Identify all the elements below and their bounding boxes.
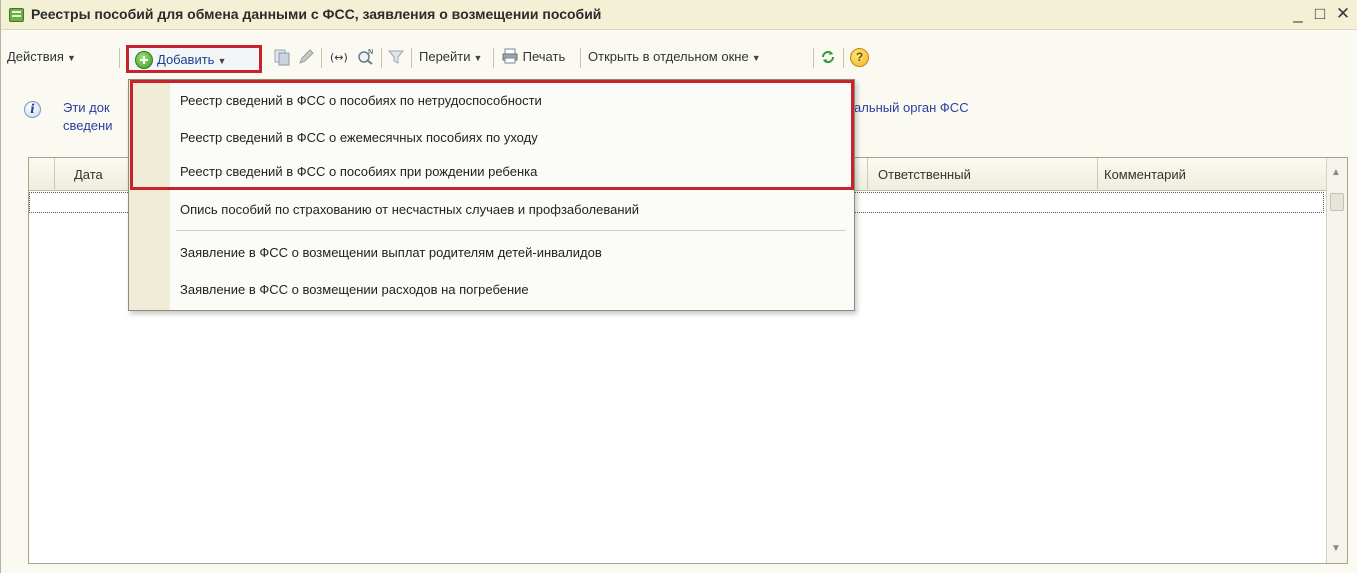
goto-label: Перейти (419, 49, 471, 64)
find-icon[interactable]: N (357, 48, 375, 66)
toolbar-separator (813, 48, 814, 68)
info-text-line1[interactable]: Эти док (63, 100, 110, 115)
scroll-down-icon[interactable]: ▼ (1331, 543, 1341, 554)
open-in-window-button[interactable]: Открыть в отдельном окне ▼ (588, 46, 761, 68)
column-header-responsible[interactable]: Ответственный (878, 158, 971, 191)
form-list-icon (9, 8, 24, 22)
menu-item-sick-leave-registry[interactable]: Реестр сведений в ФСС о пособиях по нетр… (180, 87, 542, 115)
minimize-button[interactable]: _ (1289, 4, 1307, 24)
menu-item-disabled-children-claim[interactable]: Заявление в ФСС о возмещении выплат роди… (180, 239, 602, 267)
chevron-down-icon: ▼ (473, 53, 483, 63)
toolbar-separator (493, 48, 494, 68)
maximize-button[interactable]: □ (1311, 4, 1329, 24)
menu-icon-gutter (129, 80, 170, 310)
toolbar-separator (580, 48, 581, 68)
menu-item-funeral-claim[interactable]: Заявление в ФСС о возмещении расходов на… (180, 276, 529, 304)
info-text-line2[interactable]: сведени (63, 118, 112, 133)
help-icon[interactable]: ? (850, 48, 869, 67)
title-bar: Реестры пособий для обмена данными с ФСС… (1, 0, 1357, 30)
toolbar-separator (381, 48, 382, 68)
add-label: Добавить ▼ (157, 52, 227, 67)
chevron-down-icon: ▼ (66, 53, 76, 63)
filter-icon[interactable] (387, 48, 405, 66)
window-title: Реестры пособий для обмена данными с ФСС… (31, 6, 602, 22)
add-button[interactable]: Добавить ▼ (126, 45, 262, 73)
menu-item-childbirth-registry[interactable]: Реестр сведений в ФСС о пособиях при рож… (180, 158, 537, 186)
info-text-line1-end[interactable]: альный орган ФСС (854, 100, 969, 115)
chevron-down-icon: ▼ (751, 53, 761, 63)
vertical-scrollbar[interactable]: ▲ ▼ (1326, 158, 1347, 563)
actions-label: Действия (7, 49, 64, 64)
open-window-label: Открыть в отдельном окне (588, 49, 749, 64)
print-label: Печать (522, 49, 566, 64)
hierarchy-arrows-icon[interactable]: (↔) (329, 48, 347, 66)
scroll-up-icon[interactable]: ▲ (1331, 167, 1341, 178)
close-button[interactable]: ✕ (1334, 4, 1352, 24)
app-window: Реестры пособий для обмена данными с ФСС… (0, 0, 1357, 573)
plus-circle-icon (135, 51, 153, 69)
column-header-comment[interactable]: Комментарий (1104, 158, 1186, 191)
menu-item-accident-inventory[interactable]: Опись пособий по страхованию от несчастн… (180, 196, 639, 224)
column-header-date[interactable]: Дата (74, 158, 103, 191)
add-dropdown-menu: Реестр сведений в ФСС о пособиях по нетр… (128, 79, 855, 311)
printer-icon (502, 48, 518, 64)
menu-separator (176, 230, 846, 231)
column-separator (54, 158, 55, 191)
toolbar-separator (321, 48, 322, 68)
pencil-icon[interactable] (297, 48, 315, 66)
info-icon: i (24, 101, 41, 118)
scrollbar-thumb[interactable] (1330, 193, 1344, 211)
toolbar-separator (119, 48, 120, 68)
toolbar-separator (843, 48, 844, 68)
svg-text:(↔): (↔) (330, 51, 347, 64)
chevron-down-icon: ▼ (217, 56, 227, 66)
refresh-icon[interactable] (819, 48, 837, 66)
column-separator (867, 158, 868, 191)
copy-icon[interactable] (273, 48, 291, 66)
svg-text:N: N (368, 48, 373, 56)
column-separator (1097, 158, 1098, 191)
actions-menu-button[interactable]: Действия ▼ (7, 46, 76, 68)
goto-menu-button[interactable]: Перейти ▼ (419, 46, 482, 68)
print-button[interactable]: Печать (501, 46, 565, 68)
toolbar-separator (411, 48, 412, 68)
menu-item-child-care-registry[interactable]: Реестр сведений в ФСС о ежемесячных посо… (180, 124, 538, 152)
